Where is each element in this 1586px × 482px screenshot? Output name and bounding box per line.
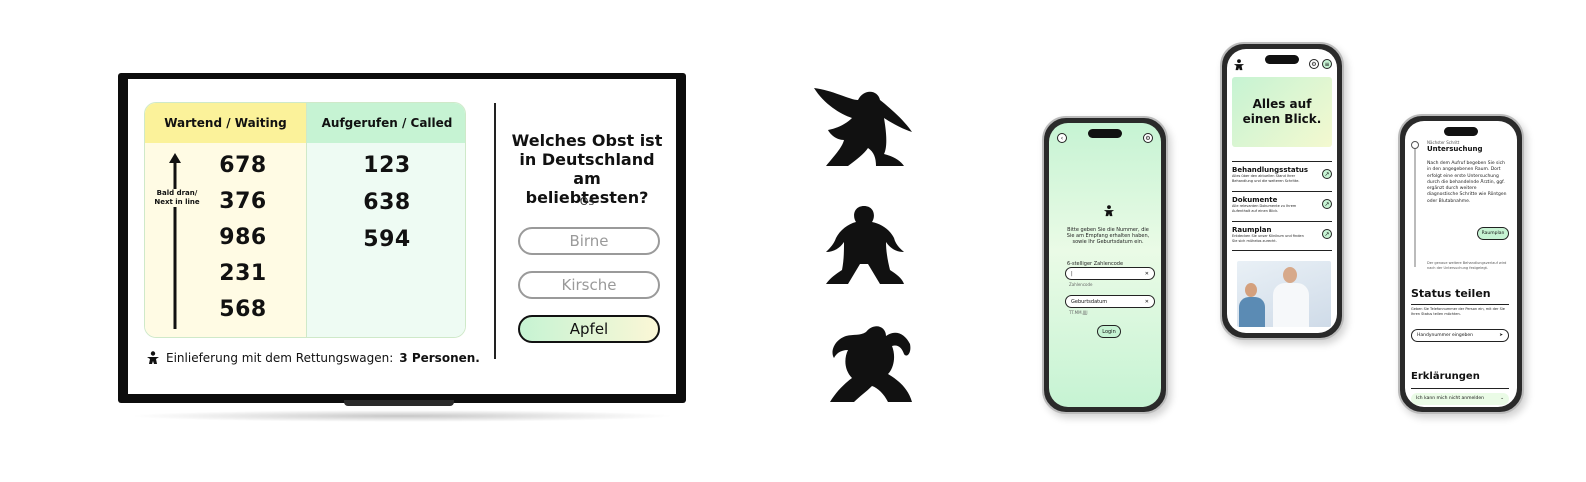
overview-screen: ⚙ ≡ Alles auf einen Blick. Behandlungsst… — [1227, 49, 1337, 333]
called-number: 594 — [363, 227, 411, 252]
item-title: Dokumente — [1232, 196, 1278, 204]
phone-notch — [1088, 129, 1122, 138]
explain-title: Erklärungen — [1411, 371, 1480, 382]
figure-standing-icon — [826, 206, 904, 284]
ambulance-count: 3 Personen. — [399, 351, 480, 365]
next-in-line-label: Bald dran/ Next in line — [151, 189, 203, 207]
footnote: Der genaue weitere Behandlungsverlauf wi… — [1427, 261, 1507, 270]
called-header: Aufgerufen / Called — [307, 103, 465, 143]
timeline-dot — [1411, 141, 1419, 149]
waiting-number: 376 — [219, 189, 267, 214]
arrow-icon[interactable]: ↗ — [1322, 229, 1332, 239]
ambulance-notice: Einlieferung mit dem Rettungswagen: 3 Pe… — [146, 351, 480, 365]
explain-divider — [1411, 388, 1509, 389]
chevron-down-icon: ⌄ — [1500, 396, 1504, 401]
doctor-photo — [1237, 261, 1331, 327]
answer-birne[interactable]: Birne — [518, 227, 660, 255]
phone-number-input[interactable]: Handynummer eingeben ➤ — [1411, 329, 1509, 342]
item-behandlungsstatus[interactable]: Behandlungsstatus Alles über den aktuell… — [1232, 161, 1332, 183]
arrow-icon[interactable]: ↗ — [1322, 169, 1332, 179]
login-instruction: Bitte geben Sie die Nummer, die Sie am E… — [1066, 227, 1150, 245]
person-icon — [147, 351, 159, 364]
code-input[interactable]: | ✕ — [1065, 267, 1155, 280]
called-number: 123 — [363, 153, 411, 178]
item-desc: Entdecken Sie unser Klinikum und finden … — [1232, 234, 1304, 243]
room-button[interactable]: Raumplan — [1477, 227, 1509, 240]
step-title: Untersuchung — [1427, 145, 1483, 153]
phone-status: Nächster Schritt Untersuchung Nach dem A… — [1398, 114, 1524, 414]
waiting-number: 231 — [219, 261, 267, 286]
clear-icon[interactable]: ✕ — [1145, 271, 1149, 277]
queue-board: Wartend / Waiting Bald dran/ Next in lin… — [144, 102, 466, 338]
share-title: Status teilen — [1411, 287, 1491, 300]
share-text: Geben Sie Telefonnummer der Person ein, … — [1411, 307, 1505, 316]
logo-icon — [1233, 59, 1245, 71]
item-title: Raumplan — [1232, 226, 1272, 234]
item-dokumente[interactable]: Dokumente Alle relevanten Dokumente zu I… — [1232, 191, 1332, 213]
phone-overview: ⚙ ≡ Alles auf einen Blick. Behandlungsst… — [1220, 42, 1344, 340]
phone-login: ‹ ⚙ Bitte geben Sie die Nummer, die Sie … — [1042, 116, 1168, 414]
item-desc: Alles über den aktuellen Stand Ihrer Beh… — [1232, 174, 1300, 183]
login-button[interactable]: Login — [1097, 325, 1121, 338]
dob-placeholder: Geburtsdatum — [1071, 299, 1108, 305]
waiting-number: 678 — [219, 153, 267, 178]
item-desc: Alle relevanten Dokumente zu Ihrem Aufen… — [1232, 204, 1297, 213]
answer-apfel[interactable]: Apfel — [518, 315, 660, 343]
arrow-icon[interactable]: ↗ — [1322, 199, 1332, 209]
clear-icon[interactable]: ✕ — [1145, 299, 1149, 305]
logo-icon — [1103, 205, 1115, 217]
dob-input[interactable]: Geburtsdatum ✕ — [1065, 295, 1155, 308]
waiting-number: 568 — [219, 297, 267, 322]
login-screen: ‹ ⚙ Bitte geben Sie die Nummer, die Sie … — [1049, 123, 1161, 407]
timeline-line — [1414, 141, 1416, 267]
waiting-header: Wartend / Waiting — [145, 103, 306, 143]
dob-hint: TT.MM.JJJJ — [1069, 310, 1088, 315]
divider — [494, 103, 496, 359]
item-title: Behandlungsstatus — [1232, 166, 1309, 174]
explain-item[interactable]: Ich kann mich nicht anmelden ⌄ — [1411, 393, 1509, 405]
next-in-line-arrow-icon — [169, 153, 181, 329]
hero-title: Alles auf einen Blick. — [1232, 77, 1332, 147]
ambulance-text: Einlieferung mit dem Rettungswagen: — [166, 351, 394, 365]
code-hint: Zahlencode — [1069, 282, 1093, 287]
settings-icon[interactable]: ⚙ — [1309, 59, 1319, 69]
called-column: Aufgerufen / Called 123 638 594 — [306, 103, 465, 337]
send-icon[interactable]: ➤ — [1499, 333, 1503, 338]
share-divider — [1411, 304, 1509, 305]
phone-notch — [1265, 55, 1299, 64]
waiting-number: 986 — [219, 225, 267, 250]
step-text: Nach dem Aufruf begeben Sie sich in den … — [1427, 161, 1507, 204]
figure-crouching-icon — [830, 326, 912, 402]
called-number: 638 — [363, 190, 411, 215]
explain-item-label: Ich kann mich nicht anmelden — [1416, 396, 1485, 401]
tv-stand — [344, 400, 454, 406]
status-screen: Nächster Schritt Untersuchung Nach dem A… — [1405, 121, 1517, 407]
menu-icon[interactable]: ≡ — [1322, 59, 1332, 69]
phone-notch — [1444, 127, 1478, 136]
item-raumplan[interactable]: Raumplan Entdecken Sie unser Klinikum un… — [1232, 221, 1332, 251]
answer-kirsche[interactable]: Kirsche — [518, 271, 660, 299]
tv-frame: Wartend / Waiting Bald dran/ Next in lin… — [118, 73, 686, 403]
phone-input-placeholder: Handynummer eingeben — [1417, 333, 1474, 338]
waiting-column: Wartend / Waiting Bald dran/ Next in lin… — [145, 103, 306, 337]
tv-shadow — [128, 410, 676, 422]
settings-icon[interactable]: ⚙ — [1143, 133, 1153, 143]
back-icon[interactable]: ‹ — [1057, 133, 1067, 143]
tv-screen: Wartend / Waiting Bald dran/ Next in lin… — [128, 79, 676, 394]
figure-leaning-icon — [814, 88, 912, 166]
quiz-subtitle: Os — [579, 195, 595, 208]
